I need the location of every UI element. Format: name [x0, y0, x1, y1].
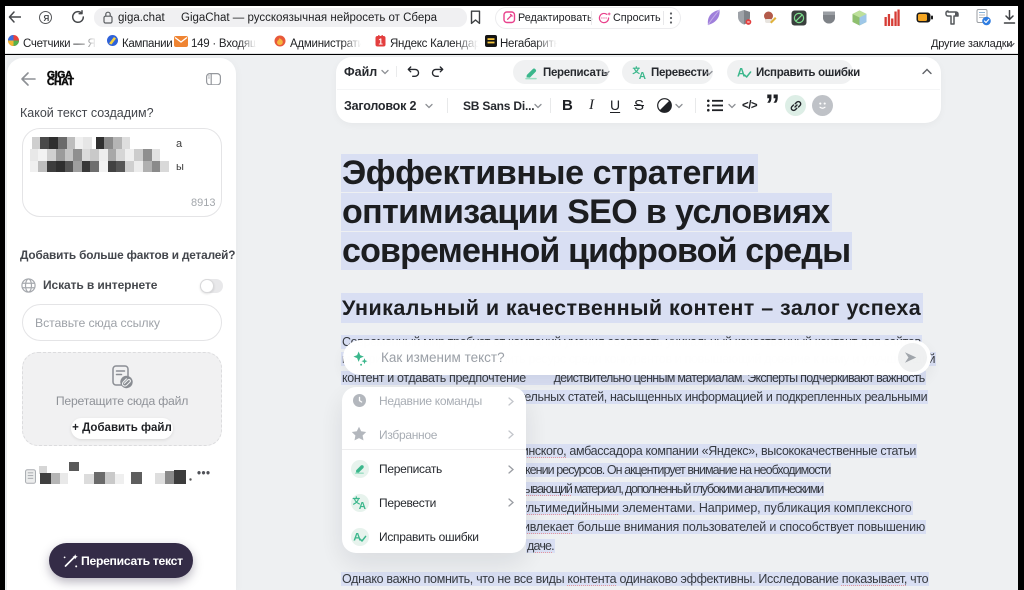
svg-text:A: A [359, 501, 366, 510]
svg-text:A: A [737, 67, 745, 79]
svg-text:A: A [353, 531, 361, 543]
svg-text:1: 1 [378, 37, 383, 46]
svg-text:A: A [639, 71, 646, 80]
